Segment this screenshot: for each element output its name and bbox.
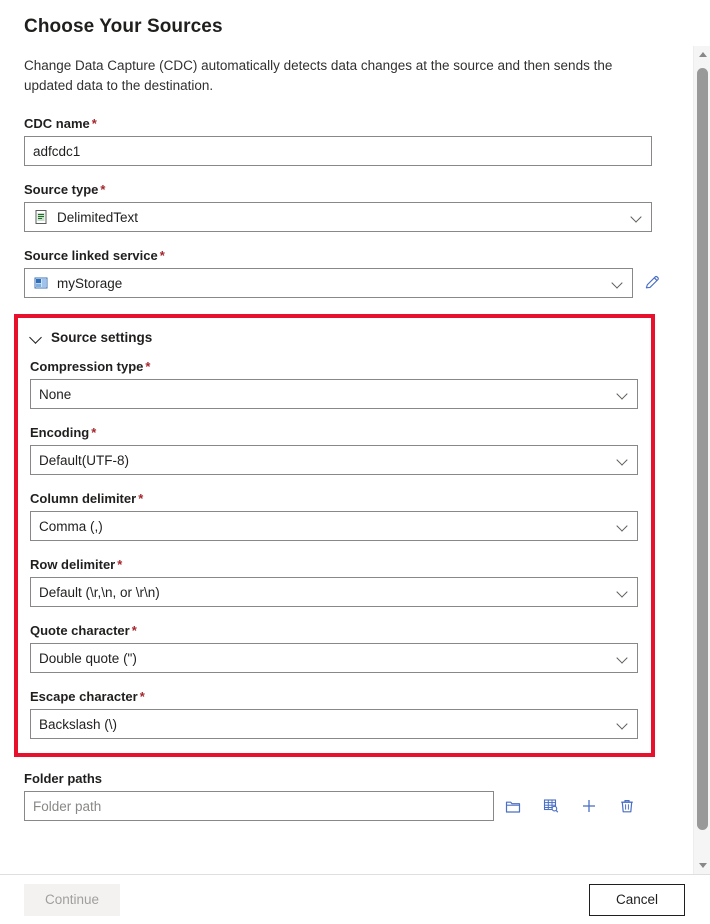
cdc-name-field: CDC name * adfcdc1 [24, 116, 662, 166]
chevron-down-icon [617, 520, 629, 532]
quote-character-field: Quote character * Double quote (") [30, 623, 638, 673]
continue-button[interactable]: Continue [24, 883, 120, 916]
source-linked-service-label: Source linked service * [24, 248, 662, 263]
column-delimiter-field: Column delimiter * Comma (,) [30, 491, 638, 541]
row-delimiter-label: Row delimiter * [30, 557, 637, 572]
compression-type-field: Compression type * None [30, 359, 638, 409]
source-linked-service-dropdown[interactable]: myStorage [24, 268, 633, 298]
source-type-field: Source type * DelimitedText [24, 182, 662, 232]
source-type-label: Source type * [24, 182, 662, 197]
scrollbar-thumb[interactable] [697, 68, 708, 830]
scrollable-content-area: Choose Your Sources Change Data Capture … [0, 0, 710, 874]
required-asterisk: * [145, 359, 151, 374]
azure-storage-icon [34, 277, 48, 289]
required-asterisk: * [139, 689, 145, 704]
chevron-down-icon [30, 332, 42, 344]
chevron-down-icon [617, 454, 629, 466]
required-asterisk: * [138, 491, 144, 506]
encoding-label-text: Encoding [30, 425, 90, 440]
source-type-value: DelimitedText [57, 209, 139, 225]
required-asterisk: * [131, 623, 137, 638]
folder-paths-label: Folder paths [24, 771, 103, 786]
add-folder-path-button[interactable] [570, 791, 608, 821]
quote-character-label-text: Quote character [30, 623, 130, 638]
source-linked-service-row: myStorage [24, 268, 662, 298]
cdc-name-label: CDC name * [24, 116, 662, 131]
compression-type-label-text: Compression type [30, 359, 144, 374]
source-type-label-text: Source type [24, 182, 99, 197]
required-asterisk: * [117, 557, 123, 572]
row-delimiter-value: Default (\r,\n, or \r\n) [39, 584, 160, 600]
escape-character-field: Escape character * Backslash (\) [30, 689, 638, 739]
row-delimiter-field: Row delimiter * Default (\r,\n, or \r\n) [30, 557, 638, 607]
source-settings-header[interactable]: Source settings [30, 330, 637, 345]
escape-character-label: Escape character * [30, 689, 637, 704]
source-linked-service-value: myStorage [57, 275, 123, 291]
cancel-button[interactable]: Cancel [589, 883, 685, 916]
source-type-dropdown[interactable]: DelimitedText [24, 202, 652, 232]
chevron-down-icon [617, 718, 629, 730]
folder-path-placeholder: Folder path [33, 798, 102, 814]
cdc-source-configuration-panel: Choose Your Sources Change Data Capture … [0, 0, 710, 924]
cdc-name-value: adfcdc1 [33, 143, 81, 159]
vertical-scrollbar[interactable] [693, 46, 710, 874]
column-delimiter-dropdown[interactable]: Comma (,) [30, 511, 638, 541]
encoding-field: Encoding * Default(UTF-8) [30, 425, 638, 475]
scroll-down-button[interactable] [694, 857, 710, 874]
chevron-down-icon [612, 277, 624, 289]
compression-type-dropdown[interactable]: None [30, 379, 638, 409]
delimited-text-file-icon [35, 210, 47, 224]
panel-footer: Continue Cancel [0, 874, 710, 924]
delete-folder-path-button[interactable] [608, 791, 646, 821]
delete-folder-path-icon [621, 800, 633, 813]
browse-folder-button[interactable] [494, 791, 532, 821]
compression-type-label: Compression type * [30, 359, 637, 374]
encoding-label: Encoding * [30, 425, 637, 440]
escape-character-label-text: Escape character [30, 689, 138, 704]
scroll-down-arrow-icon [698, 863, 707, 868]
encoding-value: Default(UTF-8) [39, 452, 130, 468]
chevron-down-icon [617, 586, 629, 598]
preview-data-icon [543, 799, 559, 813]
escape-character-dropdown[interactable]: Backslash (\) [30, 709, 638, 739]
compression-type-value: None [39, 386, 72, 402]
chevron-down-icon [617, 388, 629, 400]
browse-folder-icon [505, 801, 521, 813]
quote-character-value: Double quote (") [39, 650, 137, 666]
column-delimiter-label: Column delimiter * [30, 491, 637, 506]
scroll-up-arrow-icon [698, 52, 707, 57]
row-delimiter-dropdown[interactable]: Default (\r,\n, or \r\n) [30, 577, 638, 607]
folder-paths-row: Folder path [24, 791, 662, 821]
source-settings-heading-text: Source settings [51, 330, 153, 345]
column-delimiter-value: Comma (,) [39, 518, 103, 534]
folder-paths-field: Folder paths Folder path [24, 771, 662, 821]
encoding-dropdown[interactable]: Default(UTF-8) [30, 445, 638, 475]
page-title: Choose Your Sources [24, 16, 223, 37]
source-linked-service-label-text: Source linked service [24, 248, 158, 263]
cdc-name-label-text: CDC name [24, 116, 90, 131]
row-delimiter-label-text: Row delimiter [30, 557, 116, 572]
quote-character-label: Quote character * [30, 623, 637, 638]
column-delimiter-label-text: Column delimiter [30, 491, 137, 506]
required-asterisk: * [91, 116, 97, 131]
chevron-down-icon [617, 652, 629, 664]
add-folder-path-icon [583, 800, 595, 812]
chevron-down-icon [631, 211, 643, 223]
source-settings-highlight-box: Source settings Compression type * None E… [14, 314, 655, 757]
cdc-name-input[interactable]: adfcdc1 [24, 136, 652, 166]
escape-character-value: Backslash (\) [39, 716, 118, 732]
preview-data-button[interactable] [532, 791, 570, 821]
required-asterisk: * [159, 248, 165, 263]
required-asterisk: * [91, 425, 97, 440]
scroll-up-button[interactable] [694, 46, 710, 63]
folder-path-input[interactable]: Folder path [24, 791, 494, 821]
required-asterisk: * [100, 182, 106, 197]
quote-character-dropdown[interactable]: Double quote (") [30, 643, 638, 673]
pencil-edit-icon[interactable] [643, 273, 662, 293]
page-description: Change Data Capture (CDC) automatically … [24, 58, 613, 93]
source-linked-service-field: Source linked service * myStorage [24, 248, 662, 298]
